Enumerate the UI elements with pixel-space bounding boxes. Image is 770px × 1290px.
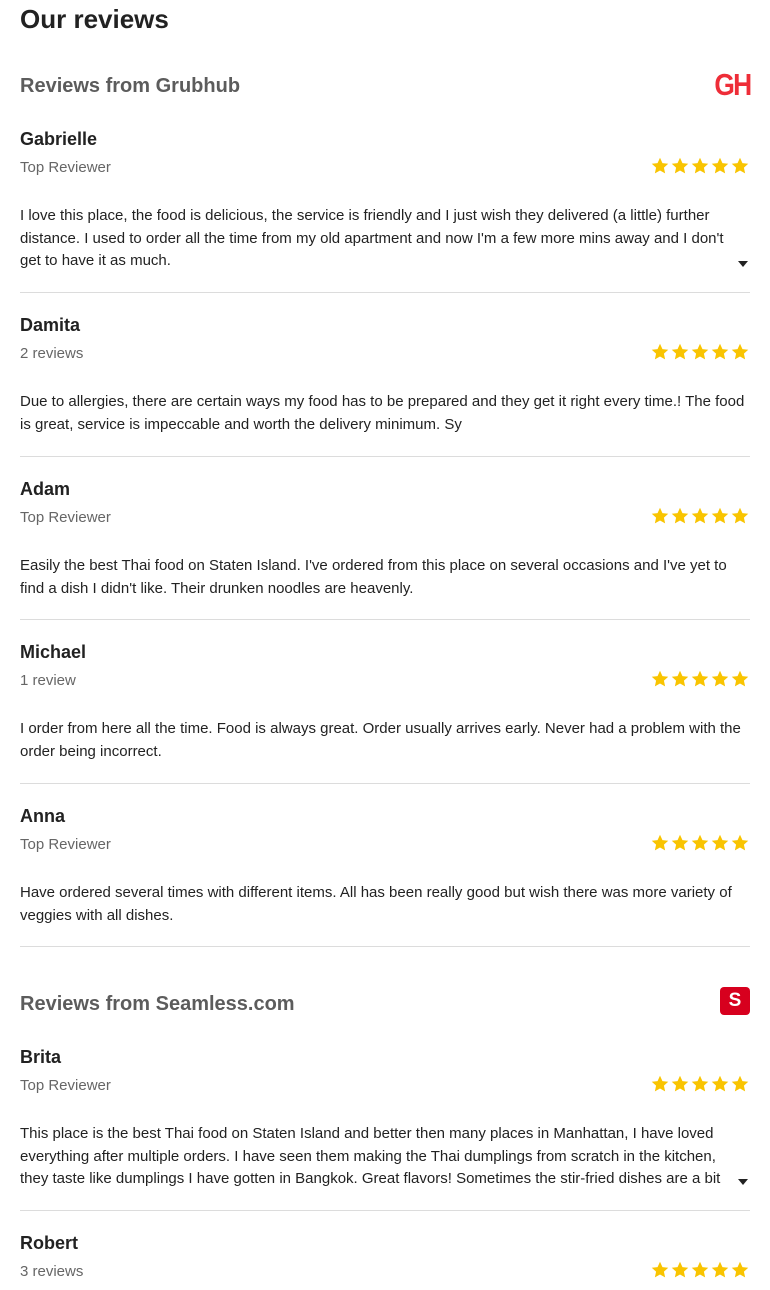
star-rating: [650, 669, 750, 689]
review-text: I order from here all the time. Food is …: [20, 720, 741, 760]
review-text-line: everything after multiple orders. I have…: [20, 1147, 716, 1165]
reviewer-name: Anna: [20, 806, 65, 826]
star-icon: [731, 343, 749, 360]
reviewer-name: Gabrielle: [20, 129, 98, 149]
star-rating: [650, 506, 750, 526]
page-title: Our reviews: [20, 4, 169, 34]
star-icon: [711, 1261, 729, 1278]
star-icon: [651, 507, 669, 524]
star-icon: [711, 157, 729, 174]
star-icon: [691, 507, 709, 524]
star-icon: [731, 1261, 749, 1278]
star-icon: [651, 670, 669, 687]
star-icon: [711, 343, 729, 360]
reviewer-name: Adam: [20, 479, 71, 499]
star-icon: [671, 1075, 689, 1092]
grubhub-logo-icon: GH: [713, 67, 752, 102]
star-icon: [651, 1075, 669, 1092]
star-rating: [650, 1074, 750, 1094]
reviewer-meta: Top Reviewer: [20, 509, 111, 526]
reviewer-meta: Top Reviewer: [20, 836, 111, 853]
star-icon: [711, 670, 729, 687]
star-icon: [651, 157, 669, 174]
reviewer-meta: Top Reviewer: [20, 1077, 111, 1094]
star-icon: [671, 670, 689, 687]
star-icon: [671, 507, 689, 524]
star-icon: [671, 343, 689, 360]
divider: [20, 783, 750, 784]
section-title: Reviews from Grubhub: [20, 75, 241, 97]
reviewer-meta: 1 review: [20, 672, 76, 689]
reviewer-name: Brita: [20, 1047, 62, 1067]
star-icon: [711, 834, 729, 851]
star-icon: [671, 157, 689, 174]
star-icon: [711, 507, 729, 524]
star-icon: [731, 670, 749, 687]
reviewer-meta: 3 reviews: [20, 1263, 84, 1280]
reviewer-name: Robert: [20, 1233, 78, 1253]
expand-caret-icon[interactable]: [738, 261, 748, 267]
reviewer-meta: 2 reviews: [20, 345, 84, 362]
star-icon: [691, 1261, 709, 1278]
star-icon: [651, 834, 669, 851]
review-text: Due to allergies, there are certain ways…: [20, 393, 745, 433]
divider: [20, 456, 750, 457]
reviewer-meta: Top Reviewer: [20, 159, 111, 176]
star-icon: [651, 343, 669, 360]
star-rating: [650, 342, 750, 362]
star-rating: [650, 156, 750, 176]
star-icon: [731, 834, 749, 851]
star-icon: [691, 1075, 709, 1092]
reviewer-name: Michael: [20, 642, 87, 662]
seamless-section-header: Reviews from Seamless.com S: [20, 985, 750, 1025]
reviewer-name: Damita: [20, 315, 81, 335]
star-icon: [671, 834, 689, 851]
star-rating: [650, 833, 750, 853]
grubhub-section-header: Reviews from Grubhub GH: [20, 67, 752, 107]
review-text: I love this place, the food is delicious…: [20, 207, 724, 269]
review-text: Have ordered several times with differen…: [20, 884, 732, 924]
review-text: Easily the best Thai food on Staten Isla…: [20, 557, 727, 597]
star-icon: [691, 834, 709, 851]
star-icon: [691, 670, 709, 687]
expand-caret-icon[interactable]: [738, 1179, 748, 1185]
star-icon: [671, 1261, 689, 1278]
divider: [20, 619, 750, 620]
star-icon: [651, 1261, 669, 1278]
star-icon: [731, 157, 749, 174]
section-title: Reviews from Seamless.com: [20, 993, 295, 1015]
review-text-line: they taste like dumplings I have gotten …: [20, 1170, 721, 1187]
star-icon: [711, 1075, 729, 1092]
review-text: This place is the best Thai food on Stat…: [20, 1123, 728, 1191]
star-icon: [691, 343, 709, 360]
review-text-line: This place is the best Thai food on Stat…: [20, 1125, 714, 1142]
divider: [20, 292, 750, 293]
star-rating: [650, 1260, 750, 1280]
divider: [20, 946, 750, 947]
star-icon: [731, 1075, 749, 1092]
divider: [20, 1210, 750, 1211]
seamless-logo-icon: S: [720, 987, 750, 1015]
star-icon: [691, 157, 709, 174]
star-icon: [731, 507, 749, 524]
